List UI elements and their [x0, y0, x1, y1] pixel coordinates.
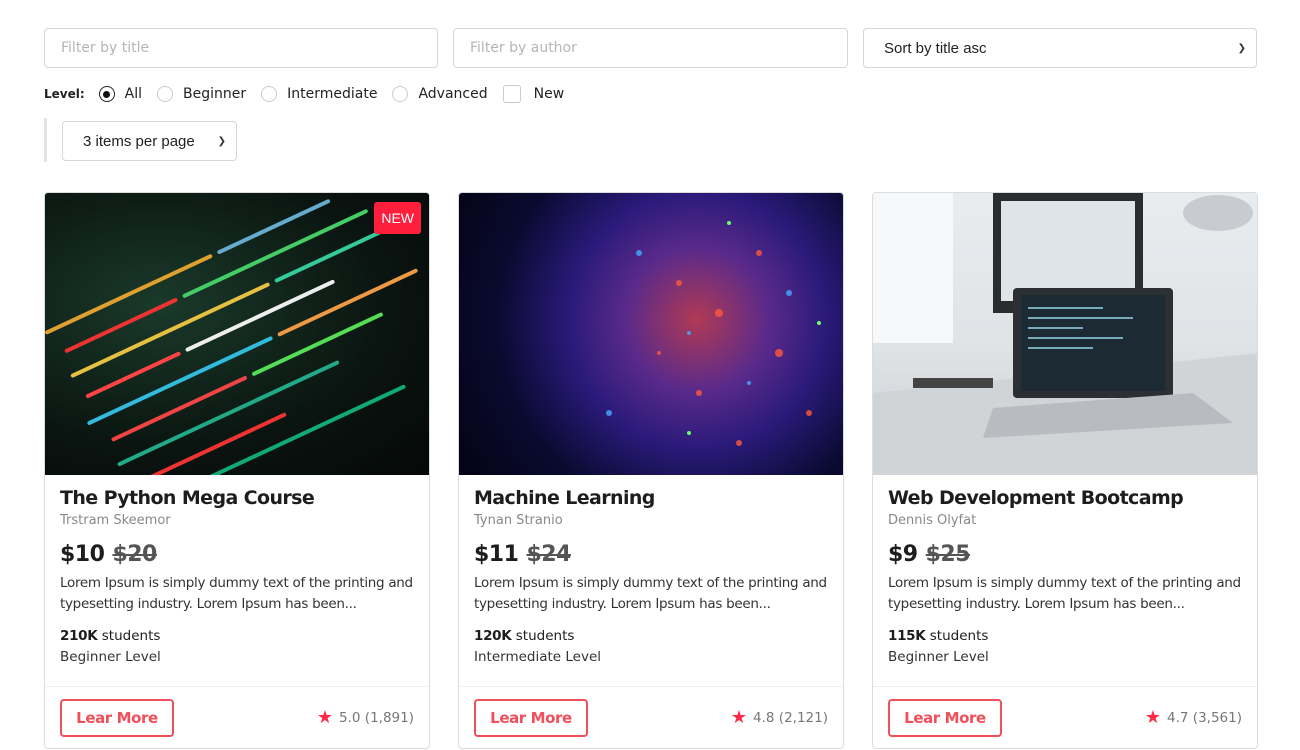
old-price: $20 [112, 542, 157, 567]
students-count: 120K [474, 628, 512, 644]
level-label: Level: [44, 87, 85, 101]
old-price: $25 [925, 542, 971, 567]
course-title: Web Development Bootcamp [888, 487, 1184, 509]
students-count: 115K [888, 628, 926, 644]
course-author: Tynan Stranio [474, 513, 563, 528]
current-price: $9 [888, 542, 918, 567]
filter-author-input[interactable] [453, 28, 848, 68]
level-beginner-label: Beginner [183, 86, 247, 102]
course-description: Lorem Ipsum is simply dummy text of the … [474, 575, 827, 612]
course-author: Dennis Olyfat [888, 513, 977, 528]
students-label: students [929, 628, 989, 644]
students-count: 210K [60, 628, 98, 644]
chevron-down-icon: ❯ [217, 135, 226, 147]
radio-advanced[interactable] [392, 86, 409, 102]
course-title: The Python Mega Course [60, 487, 315, 509]
level-option-beginner[interactable]: Beginner [157, 86, 246, 102]
course-image [873, 193, 1257, 475]
course-level: Beginner Level [60, 649, 161, 665]
per-page-value: 3 items per page [83, 132, 195, 150]
course-card: NEW The Python Mega Course Trstram Skeem… [44, 192, 430, 749]
course-description: Lorem Ipsum is simply dummy text of the … [888, 575, 1241, 612]
course-level: Intermediate Level [474, 649, 602, 665]
level-option-advanced[interactable]: Advanced [392, 86, 488, 102]
course-card: Machine Learning Tynan Stranio $11 $24 Lo… [458, 192, 844, 749]
new-checkbox[interactable] [502, 85, 521, 103]
course-image: NEW [45, 193, 429, 475]
learn-more-button[interactable]: Lear More [888, 698, 1002, 737]
level-advanced-label: Advanced [418, 86, 488, 102]
new-label: New [533, 86, 565, 102]
learn-more-button[interactable]: Lear More [60, 698, 174, 737]
laptop-desk-image [873, 193, 1257, 475]
star-icon: ★ [730, 707, 748, 728]
level-option-intermediate[interactable]: Intermediate [261, 86, 377, 102]
level-all-label: All [124, 86, 143, 102]
neon-face-image [606, 221, 821, 446]
level-intermediate-label: Intermediate [287, 86, 378, 102]
star-icon: ★ [1144, 707, 1162, 728]
per-page-select[interactable]: 3 items per page ❯ [62, 121, 237, 161]
sort-select[interactable]: Sort by title asc ❯ [863, 28, 1257, 68]
course-description: Lorem Ipsum is simply dummy text of the … [60, 575, 413, 612]
course-title: Machine Learning [474, 487, 655, 509]
course-card: Web Development Bootcamp Dennis Olyfat $… [872, 192, 1258, 749]
new-filter[interactable]: New [502, 85, 565, 103]
students-label: students [515, 628, 575, 644]
course-author: Trstram Skeemor [60, 513, 171, 528]
course-image [459, 193, 843, 475]
star-icon: ★ [316, 707, 334, 728]
rating-text: 4.8 (2,121) [753, 709, 828, 726]
filter-title-input[interactable] [44, 28, 438, 68]
old-price: $24 [526, 542, 571, 567]
rating-text: 5.0 (1,891) [339, 709, 414, 726]
sort-value: Sort by title asc [884, 39, 987, 57]
students-label: students [101, 628, 161, 644]
learn-more-button[interactable]: Lear More [474, 698, 588, 737]
rating-text: 4.7 (3,561) [1167, 709, 1242, 726]
level-option-all[interactable]: All [98, 86, 143, 102]
current-price: $11 [474, 542, 519, 567]
code-image [45, 199, 418, 475]
new-badge: NEW [374, 202, 421, 234]
level-filter: Level: All Beginner Intermediate Advance… [44, 84, 579, 104]
radio-all[interactable] [98, 86, 115, 102]
course-level: Beginner Level [888, 649, 989, 665]
radio-beginner[interactable] [157, 86, 174, 102]
divider [44, 118, 47, 162]
current-price: $10 [60, 542, 105, 567]
chevron-down-icon: ❯ [1237, 42, 1246, 54]
radio-intermediate[interactable] [261, 86, 278, 102]
